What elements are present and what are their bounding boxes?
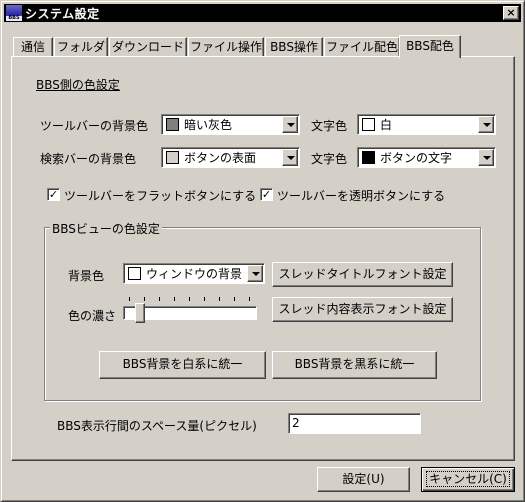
searchbar-text-value: ボタンの文字 <box>380 151 453 165</box>
chevron-down-icon[interactable] <box>478 116 494 133</box>
density-label: 色の濃さ <box>68 309 117 323</box>
slider-tick <box>234 297 235 301</box>
chevron-down-icon[interactable] <box>282 116 298 133</box>
slider-thumb[interactable] <box>135 303 145 323</box>
spacing-label: BBS表示行間のスペース量(ピクセル) <box>57 419 257 433</box>
chevron-down-icon[interactable] <box>478 149 494 166</box>
slider-tick <box>219 297 220 301</box>
cancel-button[interactable]: キャンセル(C) <box>421 467 515 492</box>
title-bar[interactable]: BBS システム設定 × <box>4 4 521 22</box>
thread-content-font-button[interactable]: スレッド内容表示フォント設定 <box>272 297 453 322</box>
unify-black-button[interactable]: BBS背景を黒系に統一 <box>272 351 437 379</box>
tab-bbs-color[interactable]: BBS配色 <box>399 35 461 58</box>
flat-buttons-label: ツールバーをフラットボタンにする <box>64 189 257 203</box>
density-slider[interactable] <box>123 294 263 324</box>
bbs-color-panel: BBS側の色設定 ツールバーの背景色 暗い灰色 文字色 白 検索バーの背景色 ボ… <box>11 56 515 461</box>
toolbar-text-select[interactable]: 白 <box>357 114 496 135</box>
bbs-side-section-title: BBS側の色設定 <box>36 78 120 92</box>
close-icon: × <box>506 6 516 19</box>
bbs-view-group-title: BBSビューの色設定 <box>50 220 162 237</box>
tab-file-operation[interactable]: ファイル操作 <box>188 37 264 56</box>
toolbar-bg-swatch <box>166 118 179 131</box>
unify-white-button[interactable]: BBS背景を白系に統一 <box>99 351 266 379</box>
searchbar-text-select[interactable]: ボタンの文字 <box>357 147 496 168</box>
transparent-buttons-checkbox[interactable]: ✓ <box>260 188 273 201</box>
toolbar-text-swatch <box>362 118 375 131</box>
searchbar-bg-label: 検索バーの背景色 <box>40 152 137 166</box>
slider-tick <box>249 297 250 301</box>
window-title: システム設定 <box>25 6 100 21</box>
view-bg-label: 背景色 <box>68 269 105 283</box>
toolbar-bg-value: 暗い灰色 <box>184 118 233 132</box>
spacing-input[interactable]: 2 <box>288 413 421 434</box>
transparent-buttons-label: ツールバーを透明ボタンにする <box>277 189 446 203</box>
toolbar-bg-select[interactable]: 暗い灰色 <box>161 114 300 135</box>
toolbar-text-value: 白 <box>380 118 393 132</box>
app-icon-caption: BBS <box>6 16 22 21</box>
app-icon: BBS <box>6 5 22 21</box>
toolbar-bg-label: ツールバーの背景色 <box>40 119 149 133</box>
searchbar-bg-select[interactable]: ボタンの表面 <box>161 147 300 168</box>
chevron-down-icon[interactable] <box>247 265 263 282</box>
check-icon: ✓ <box>261 188 272 201</box>
searchbar-text-swatch <box>362 151 375 164</box>
slider-tick <box>189 297 190 301</box>
view-bg-select[interactable]: ウィンドウの背景 <box>123 263 265 284</box>
cancel-button-label: キャンセル(C) <box>426 471 510 487</box>
slider-tick <box>129 297 130 301</box>
slider-tick <box>144 297 145 301</box>
searchbar-bg-swatch <box>166 151 179 164</box>
slider-tick <box>159 297 160 301</box>
view-bg-value: ウィンドウの背景 <box>146 267 243 281</box>
searchbar-text-label: 文字色 <box>311 152 348 166</box>
tab-file-color[interactable]: ファイル配色 <box>324 37 400 56</box>
slider-tick <box>204 297 205 301</box>
slider-tick <box>174 297 175 301</box>
flat-buttons-checkbox[interactable]: ✓ <box>47 188 60 201</box>
tab-download[interactable]: ダウンロード <box>109 37 187 56</box>
chevron-down-icon[interactable] <box>282 149 298 166</box>
system-settings-window: BBS システム設定 × 通信 フォルダ ダウンロード ファイル操作 BBS操作… <box>0 0 525 502</box>
close-button[interactable]: × <box>503 6 519 20</box>
tab-bbs-operation[interactable]: BBS操作 <box>265 37 323 56</box>
tab-folder[interactable]: フォルダ <box>54 37 108 56</box>
searchbar-bg-value: ボタンの表面 <box>184 151 257 165</box>
view-bg-swatch <box>128 267 141 280</box>
thread-title-font-button[interactable]: スレッドタイトルフォント設定 <box>272 262 453 287</box>
ok-button[interactable]: 設定(U) <box>317 467 410 492</box>
tab-communication[interactable]: 通信 <box>13 37 53 56</box>
toolbar-text-label: 文字色 <box>311 119 348 133</box>
check-icon: ✓ <box>48 188 59 201</box>
